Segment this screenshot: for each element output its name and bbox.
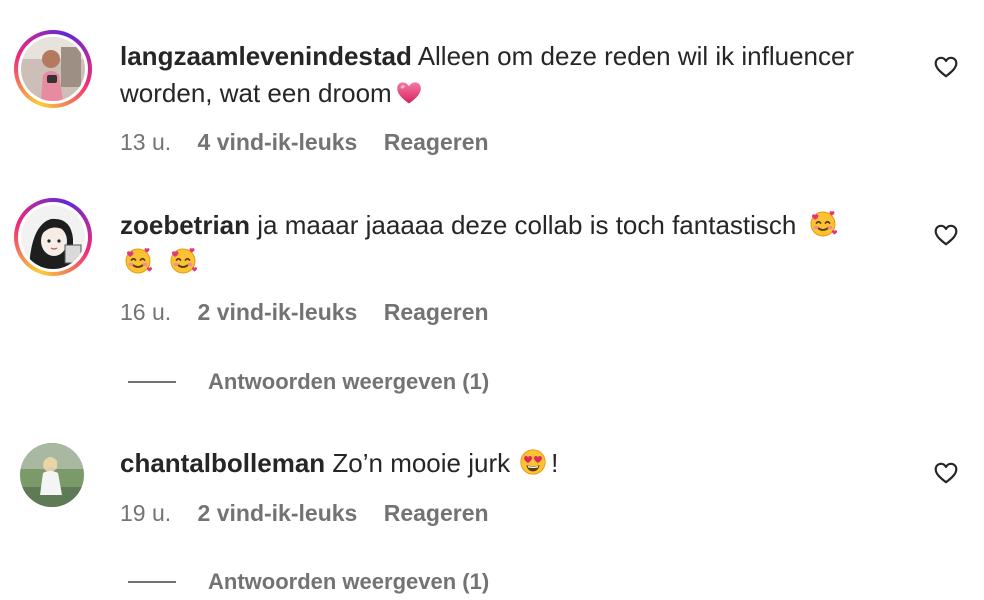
comment-text-suffix: ! [551, 448, 559, 478]
avatar[interactable] [20, 443, 84, 507]
comment-username[interactable]: chantalbolleman [120, 448, 325, 478]
reply-button[interactable]: Reageren [384, 299, 489, 325]
comment-text-block: chantalbolleman Zo’n mooie jurk! [120, 445, 910, 482]
comment-time[interactable]: 16 u. [120, 299, 171, 325]
avatar [21, 205, 85, 269]
comment-meta: 13 u. 4 vind-ik-leuks Reageren [120, 129, 509, 156]
reply-button[interactable]: Reageren [384, 500, 489, 526]
comment-likes[interactable]: 2 vind-ik-leuks [198, 299, 358, 325]
reply-button[interactable]: Reageren [384, 129, 489, 155]
smiling-face-with-hearts-emoji [167, 244, 199, 276]
comment-text-block: langzaamlevenindestad Alleen om deze red… [120, 38, 910, 112]
heart-eyes-emoji [518, 447, 548, 477]
comment-text: Zo’n mooie jurk [332, 448, 511, 478]
comment-text: ja maaar jaaaaa deze collab is toch fant… [257, 210, 797, 240]
comment-time[interactable]: 13 u. [120, 129, 171, 155]
view-replies-button[interactable]: Antwoorden weergeven (1) [128, 569, 489, 595]
replies-divider-line [128, 380, 176, 383]
comment-username[interactable]: zoebetrian [120, 210, 250, 240]
avatar-story-ring[interactable] [14, 30, 92, 108]
comment-likes[interactable]: 2 vind-ik-leuks [198, 500, 358, 526]
avatar [21, 37, 85, 101]
smiling-face-with-hearts-emoji [807, 207, 839, 239]
like-heart-icon[interactable] [933, 54, 959, 80]
avatar-story-ring[interactable] [14, 198, 92, 276]
smiling-face-with-hearts-emoji [122, 244, 154, 276]
like-heart-icon[interactable] [933, 460, 959, 486]
replies-divider-line [128, 580, 176, 583]
comment-username[interactable]: langzaamlevenindestad [120, 41, 412, 71]
comment-likes[interactable]: 4 vind-ik-leuks [198, 129, 358, 155]
view-replies-label[interactable]: Antwoorden weergeven (1) [208, 369, 489, 394]
comment-meta: 16 u. 2 vind-ik-leuks Reageren [120, 299, 509, 326]
comment-meta: 19 u. 2 vind-ik-leuks Reageren [120, 500, 509, 527]
comment-text-block: zoebetrian ja maaar jaaaaa deze collab i… [120, 207, 910, 281]
like-heart-icon[interactable] [933, 222, 959, 248]
view-replies-label[interactable]: Antwoorden weergeven (1) [208, 569, 489, 594]
pink-heart-emoji [395, 79, 423, 107]
comment-time[interactable]: 19 u. [120, 500, 171, 526]
view-replies-button[interactable]: Antwoorden weergeven (1) [128, 369, 489, 395]
